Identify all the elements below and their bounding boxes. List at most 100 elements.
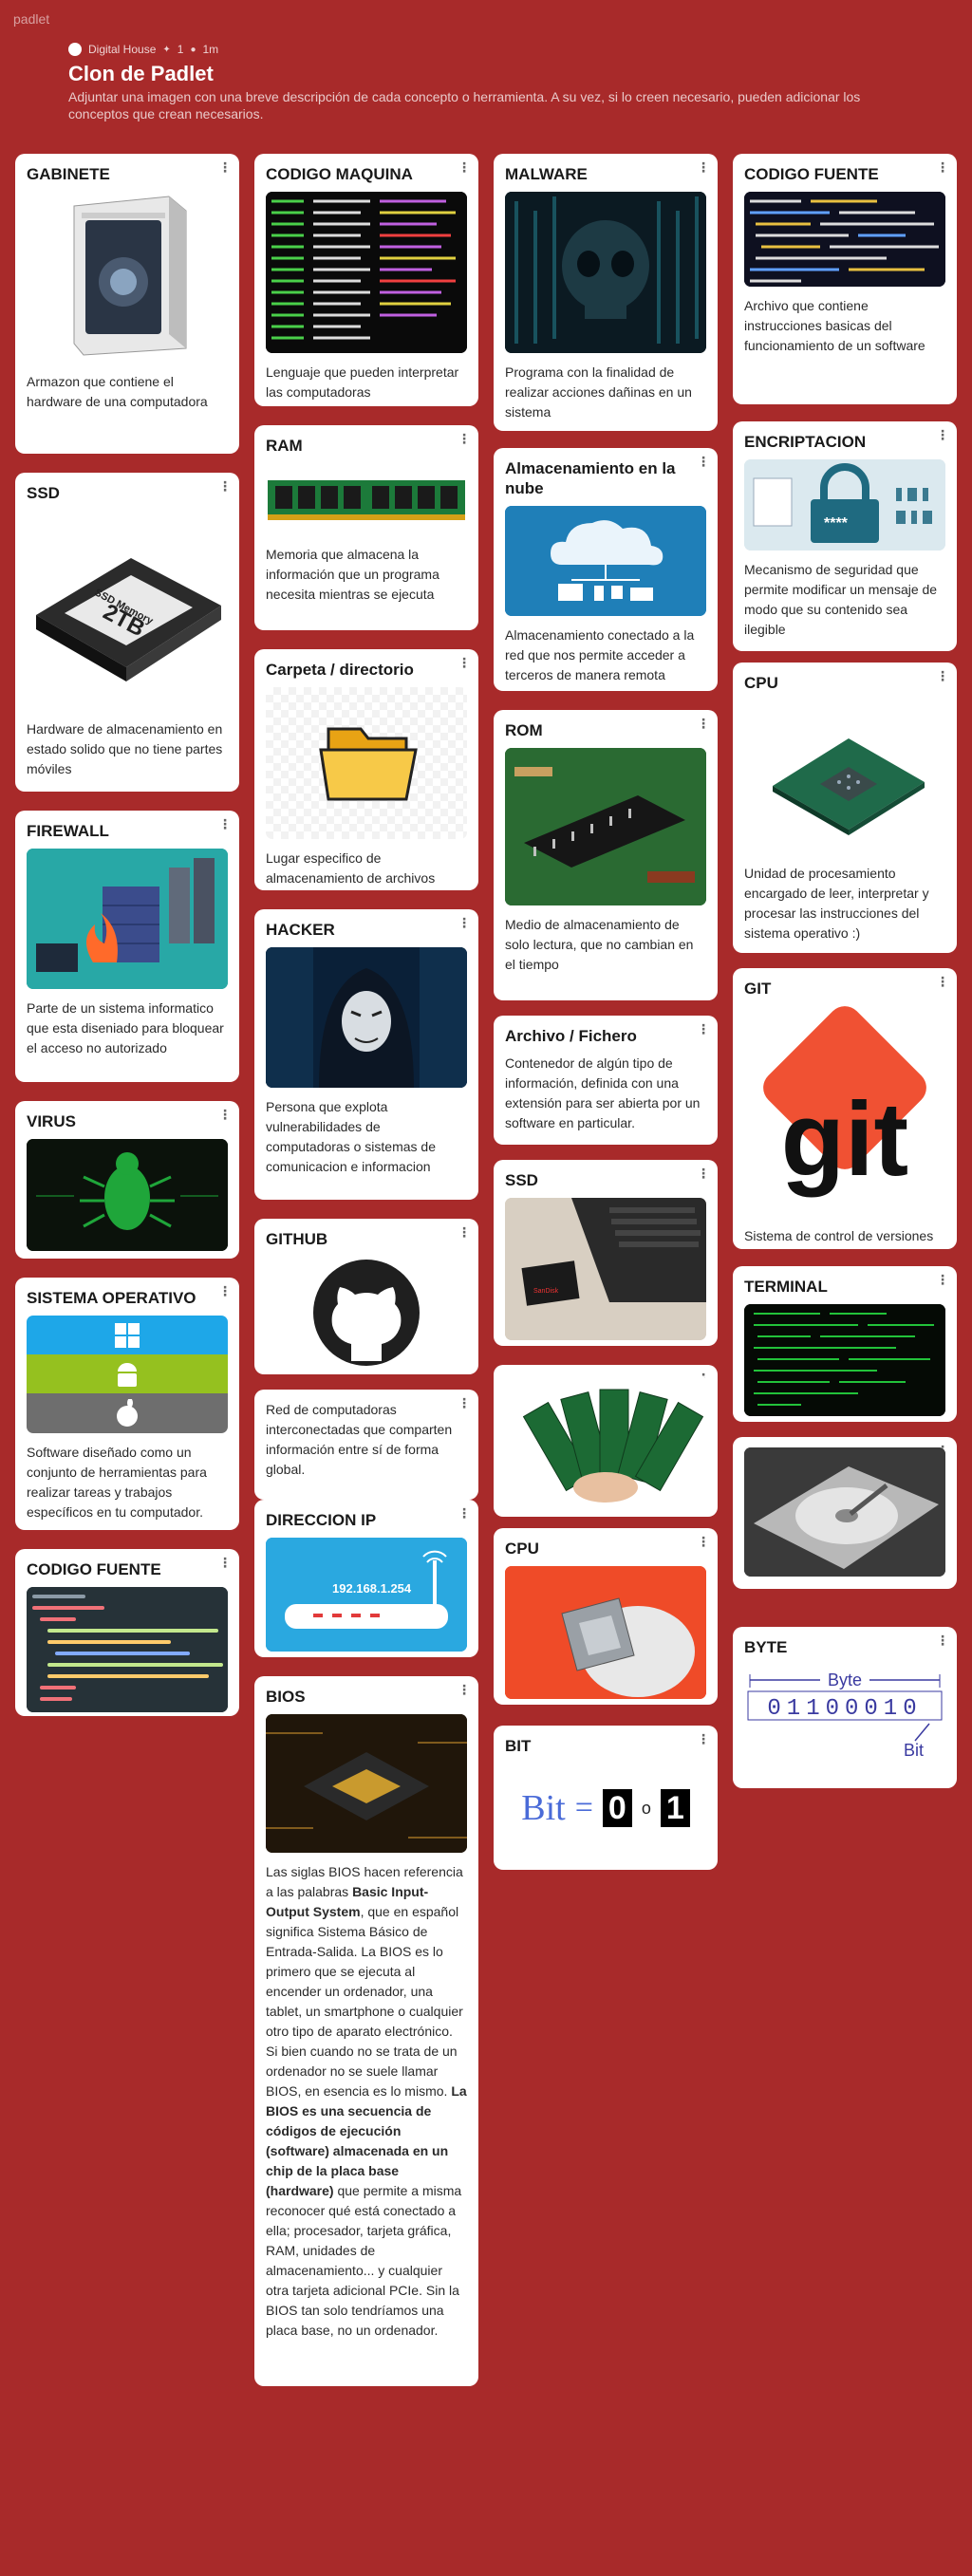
cpu-chip-image[interactable] bbox=[744, 700, 945, 854]
ssd-laptop-image[interactable]: SanDisk bbox=[505, 1198, 706, 1340]
post-card-ssd-2[interactable]: SSD ⋮ SanDisk bbox=[494, 1160, 718, 1346]
virus-bug-image[interactable] bbox=[27, 1139, 228, 1251]
source-code-image[interactable] bbox=[744, 192, 945, 287]
post-card-rom[interactable]: ROM ⋮ Medio de almacenamiento de solo le… bbox=[494, 710, 718, 1000]
clock-icon: ● bbox=[190, 44, 196, 55]
more-options-icon[interactable]: ⋮ bbox=[218, 479, 232, 493]
padlet-logo[interactable]: padlet bbox=[13, 11, 49, 27]
ssd-image[interactable]: SSD Memory 2TB bbox=[27, 511, 228, 710]
more-options-icon[interactable]: ⋮ bbox=[697, 1732, 710, 1745]
bit-one: 1 bbox=[660, 1789, 690, 1827]
more-options-icon[interactable]: ⋮ bbox=[458, 432, 471, 445]
post-card-encriptacion[interactable]: ENCRIPTACION ⋮ **** Mecanismo de segurid… bbox=[733, 421, 957, 651]
more-options-icon[interactable]: ⋮ bbox=[458, 916, 471, 929]
router-image[interactable]: 192.168.1.254 bbox=[266, 1538, 467, 1652]
cloud-storage-image[interactable] bbox=[505, 506, 706, 616]
post-body: Lenguaje que pueden interpretar las comp… bbox=[266, 364, 459, 400]
post-card-sistema-operativo[interactable]: SISTEMA OPERATIVO ⋮ Software diseñado co… bbox=[15, 1278, 239, 1530]
github-logo-icon[interactable] bbox=[266, 1257, 467, 1369]
more-options-icon[interactable]: ⋮ bbox=[458, 1683, 471, 1696]
more-options-icon[interactable]: ⋮ bbox=[936, 1273, 949, 1286]
android-icon bbox=[27, 1354, 228, 1393]
more-options-icon[interactable]: ⋮ bbox=[697, 717, 710, 730]
author-avatar[interactable] bbox=[68, 43, 82, 56]
post-card-ssd[interactable]: SSD ⋮ SSD Memory 2TB Hardware de almacen… bbox=[15, 473, 239, 792]
post-body: Hardware de almacenamiento en estado sol… bbox=[27, 721, 223, 776]
ram-sticks-image[interactable] bbox=[505, 1375, 706, 1504]
post-card-codigo-fuente-2[interactable]: CODIGO FUENTE ⋮ Archivo que contiene ins… bbox=[733, 154, 957, 404]
git-logo-icon[interactable]: git bbox=[744, 1006, 945, 1217]
more-options-icon[interactable]: ⋮ bbox=[458, 1225, 471, 1239]
post-title: CODIGO MAQUINA bbox=[266, 165, 413, 183]
more-options-icon[interactable]: ⋮ bbox=[458, 656, 471, 669]
encryption-lock-image[interactable]: **** bbox=[744, 459, 945, 551]
post-card-terminal[interactable]: TERMINAL ⋮ bbox=[733, 1266, 957, 1422]
ram-module-image[interactable] bbox=[266, 463, 467, 535]
post-card-hacker[interactable]: HACKER ⋮ Persona que explota vulnerabili… bbox=[254, 909, 478, 1200]
more-options-icon[interactable]: ⋮ bbox=[936, 1633, 949, 1647]
more-options-icon[interactable]: ⋮ bbox=[697, 1535, 710, 1548]
more-options-icon[interactable]: ⋮ bbox=[218, 1284, 232, 1297]
post-card-carpeta[interactable]: Carpeta / directorio ⋮ Lugar especifico … bbox=[254, 649, 478, 890]
more-options-icon[interactable]: ⋮ bbox=[458, 1396, 471, 1409]
post-card-virus[interactable]: VIRUS ⋮ bbox=[15, 1101, 239, 1259]
post-card-internet[interactable]: ⋮ Red de computadoras interconectadas qu… bbox=[254, 1390, 478, 1500]
cpu-hand-image[interactable] bbox=[505, 1566, 706, 1699]
more-options-icon[interactable]: ⋮ bbox=[936, 669, 949, 682]
post-card-bit[interactable]: BIT ⋮ Bit = 0 o 1 bbox=[494, 1726, 718, 1870]
post-card-codigo-maquina[interactable]: CODIGO MAQUINA ⋮ Lenguaje que pueden int… bbox=[254, 154, 478, 406]
more-options-icon[interactable]: ⋮ bbox=[936, 428, 949, 441]
post-card-malware[interactable]: MALWARE ⋮ Programa con la finalidad de r… bbox=[494, 154, 718, 431]
post-card-git[interactable]: GIT ⋮ git Sistema de control de versione… bbox=[733, 968, 957, 1249]
post-card-byte[interactable]: BYTE ⋮ Byte 01100010 Bit bbox=[733, 1627, 957, 1788]
post-card-codigo-fuente[interactable]: CODIGO FUENTE ⋮ bbox=[15, 1549, 239, 1716]
more-options-icon[interactable]: ⋮ bbox=[936, 160, 949, 174]
post-title: DIRECCION IP bbox=[266, 1511, 377, 1529]
post-card-archivo[interactable]: Archivo / Fichero ⋮ Contenedor de algún … bbox=[494, 1016, 718, 1145]
post-card-bios[interactable]: BIOS ⋮ Las siglas BIOS hacen referencia … bbox=[254, 1676, 478, 2386]
post-body: Armazon que contiene el hardware de una … bbox=[27, 374, 208, 409]
machine-code-image[interactable] bbox=[266, 192, 467, 353]
post-card-github[interactable]: GITHUB ⋮ bbox=[254, 1219, 478, 1374]
more-options-icon[interactable]: ⋮ bbox=[697, 160, 710, 174]
post-card-hard-disk[interactable]: ⋮ bbox=[733, 1437, 957, 1589]
folder-icon[interactable] bbox=[266, 687, 467, 839]
post-title: SSD bbox=[27, 484, 60, 502]
more-options-icon[interactable]: ⋮ bbox=[218, 1556, 232, 1569]
byte-label: Byte bbox=[828, 1671, 862, 1689]
firewall-image[interactable] bbox=[27, 849, 228, 989]
post-card-ram-sticks[interactable]: ⋮ bbox=[494, 1365, 718, 1517]
more-options-icon[interactable]: ⋮ bbox=[218, 1108, 232, 1121]
rom-chip-image[interactable] bbox=[505, 748, 706, 905]
hacker-image[interactable] bbox=[266, 947, 467, 1088]
author-name[interactable]: Digital House bbox=[88, 43, 156, 56]
more-options-icon[interactable]: ⋮ bbox=[697, 1022, 710, 1036]
bios-chip-image[interactable] bbox=[266, 1714, 467, 1853]
post-card-cpu-2[interactable]: CPU ⋮ bbox=[494, 1528, 718, 1705]
more-options-icon[interactable]: ⋮ bbox=[218, 160, 232, 174]
hard-disk-image[interactable] bbox=[744, 1447, 945, 1577]
more-options-icon[interactable]: ⋮ bbox=[458, 160, 471, 174]
more-options-icon[interactable]: ⋮ bbox=[936, 975, 949, 988]
bios-text-2: , que en español significa Sistema Básic… bbox=[266, 1904, 463, 2099]
bios-text-3: que permite a misma reconocer qué está c… bbox=[266, 2183, 462, 2338]
post-card-cpu[interactable]: CPU ⋮ Unidad de procesamiento encargado … bbox=[733, 663, 957, 953]
terminal-image[interactable] bbox=[744, 1304, 945, 1416]
post-card-nube[interactable]: Almacenamiento en la nube ⋮ Almacenamien… bbox=[494, 448, 718, 691]
post-card-direccion-ip[interactable]: DIRECCION IP ⋮ 192.168.1.254 bbox=[254, 1500, 478, 1657]
post-title: HACKER bbox=[266, 921, 335, 939]
post-body: Las siglas BIOS hacen referencia a las p… bbox=[266, 1862, 467, 2341]
bit-label: Bit bbox=[904, 1741, 924, 1760]
malware-skull-image[interactable] bbox=[505, 192, 706, 353]
more-options-icon[interactable]: ⋮ bbox=[697, 455, 710, 468]
html-code-image[interactable] bbox=[27, 1587, 228, 1712]
more-options-icon[interactable]: ⋮ bbox=[697, 1167, 710, 1180]
post-card-firewall[interactable]: FIREWALL ⋮ Parte de un sistema informati… bbox=[15, 811, 239, 1082]
more-options-icon[interactable]: ⋮ bbox=[458, 1506, 471, 1520]
post-card-ram[interactable]: RAM ⋮ Memoria que almacena la informació… bbox=[254, 425, 478, 630]
more-options-icon[interactable]: ⋮ bbox=[218, 817, 232, 831]
pc-tower-image[interactable] bbox=[27, 192, 228, 363]
os-logos-image[interactable] bbox=[27, 1316, 228, 1433]
post-card-gabinete[interactable]: GABINETE ⋮ Armazon que contiene el hardw… bbox=[15, 154, 239, 454]
board-description: Adjuntar una imagen con una breve descri… bbox=[68, 89, 861, 121]
